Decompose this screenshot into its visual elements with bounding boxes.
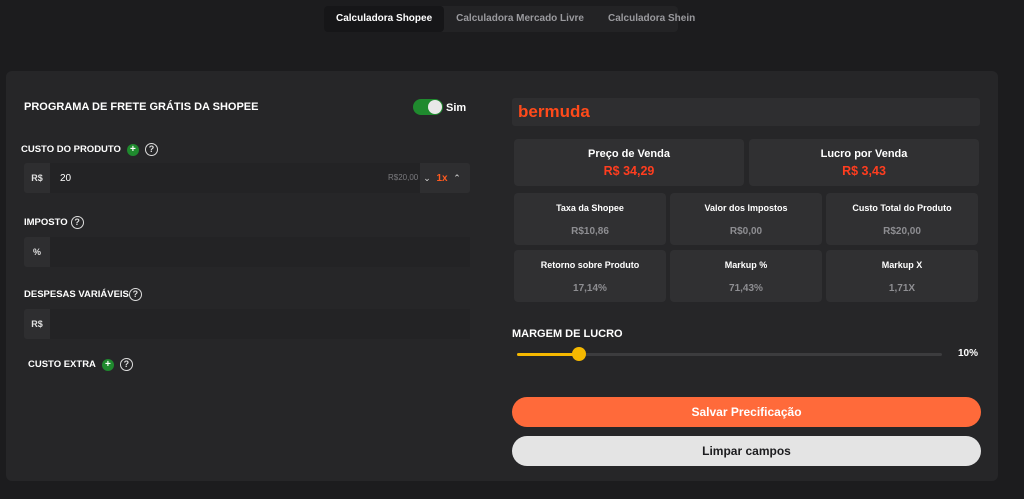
tab-shein[interactable]: Calculadora Shein bbox=[596, 6, 707, 32]
profit-margin-value: 10% bbox=[958, 348, 979, 359]
tax-label-group: IMPOSTO ? bbox=[24, 216, 84, 229]
product-cost-label: CUSTO DO PRODUTO bbox=[21, 144, 121, 155]
metric-card-shopee-fee: Taxa da Shopee R$10,86 bbox=[514, 193, 666, 245]
profit-card: Lucro por Venda R$ 3,43 bbox=[749, 139, 979, 186]
extra-cost-label: CUSTO EXTRA bbox=[28, 359, 96, 370]
variable-expenses-help-icon[interactable]: ? bbox=[128, 288, 142, 301]
metric-value: R$20,00 bbox=[883, 226, 921, 237]
variable-expenses-label: DESPESAS VARIÁVEIS bbox=[24, 289, 129, 300]
extra-cost-help-icon[interactable]: ? bbox=[119, 358, 133, 371]
metric-label: Markup % bbox=[724, 260, 768, 270]
sale-price-label: Preço de Venda bbox=[588, 148, 670, 160]
profit-value: R$ 3,43 bbox=[842, 164, 886, 178]
product-cost-input[interactable] bbox=[50, 163, 420, 193]
variable-expenses-label-group: DESPESAS VARIÁVEIS ? bbox=[24, 288, 142, 301]
free-shipping-toggle[interactable] bbox=[413, 99, 443, 115]
product-cost-row: R$ R$20,00 ⌄ 1x ⌃ bbox=[24, 163, 470, 193]
metric-label: Markup X bbox=[881, 260, 923, 270]
metric-value: R$0,00 bbox=[729, 226, 763, 237]
metric-value: R$10,86 bbox=[571, 226, 609, 237]
variable-expenses-prefix: R$ bbox=[31, 319, 43, 329]
metric-card-markup-percent: Markup % 71,43% bbox=[670, 250, 822, 302]
save-pricing-button[interactable]: Salvar Precificação bbox=[512, 397, 981, 427]
product-cost-prefix: R$ bbox=[31, 173, 43, 183]
profit-margin-title: MARGEM DE LUCRO bbox=[512, 328, 623, 340]
metric-card-markup-x: Markup X 1,71X bbox=[826, 250, 978, 302]
tab-mercado-livre[interactable]: Calculadora Mercado Livre bbox=[444, 6, 596, 32]
product-name-field[interactable]: bermuda bbox=[512, 98, 980, 126]
metric-card-total-cost: Custo Total do Produto R$20,00 bbox=[826, 193, 978, 245]
metric-value: 1,71X bbox=[888, 283, 916, 294]
add-product-cost-icon[interactable]: + bbox=[126, 143, 139, 156]
profit-margin-slider[interactable] bbox=[517, 347, 942, 361]
toggle-knob bbox=[428, 100, 442, 114]
metric-label: Retorno sobre Produto bbox=[540, 260, 640, 270]
variable-expenses-input[interactable] bbox=[50, 309, 470, 339]
tax-prefix: % bbox=[32, 247, 41, 257]
metric-value: 71,43% bbox=[729, 283, 763, 294]
add-extra-cost-icon[interactable]: + bbox=[101, 358, 114, 371]
extra-cost-label-group: CUSTO EXTRA + ? bbox=[28, 358, 133, 371]
product-cost-hint: R$20,00 bbox=[388, 173, 419, 182]
metric-label: Taxa da Shopee bbox=[556, 203, 624, 213]
metric-card-return: Retorno sobre Produto 17,14% bbox=[514, 250, 666, 302]
metric-card-taxes: Valor dos Impostos R$0,00 bbox=[670, 193, 822, 245]
sale-price-card: Preço de Venda R$ 34,29 bbox=[514, 139, 744, 186]
free-shipping-title: PROGRAMA DE FRETE GRÁTIS DA SHOPEE bbox=[24, 101, 259, 113]
calculator-panel: PROGRAMA DE FRETE GRÁTIS DA SHOPEE Sim C… bbox=[6, 71, 998, 481]
tax-input[interactable] bbox=[50, 237, 470, 267]
chevron-down-icon[interactable]: ⌄ bbox=[420, 173, 434, 184]
clear-fields-button[interactable]: Limpar campos bbox=[512, 436, 981, 466]
chevron-up-icon[interactable]: ⌃ bbox=[450, 173, 464, 184]
tab-shopee[interactable]: Calculadora Shopee bbox=[324, 6, 445, 32]
free-shipping-toggle-label: Sim bbox=[446, 102, 467, 114]
slider-fill bbox=[517, 353, 579, 356]
slider-thumb[interactable] bbox=[571, 347, 586, 361]
metric-value: 17,14% bbox=[573, 283, 607, 294]
profit-label: Lucro por Venda bbox=[820, 148, 908, 160]
calculator-tabs: Calculadora Shopee Calculadora Mercado L… bbox=[324, 6, 695, 32]
variable-expenses-row: R$ bbox=[24, 309, 470, 339]
metric-label: Custo Total do Produto bbox=[852, 203, 952, 213]
tax-row: % bbox=[24, 237, 470, 267]
product-cost-label-group: CUSTO DO PRODUTO + ? bbox=[21, 143, 158, 156]
quantity-multiplier[interactable]: 1x bbox=[434, 173, 450, 184]
sale-price-value: R$ 34,29 bbox=[603, 164, 655, 178]
metric-label: Valor dos Impostos bbox=[704, 203, 788, 213]
tax-label: IMPOSTO bbox=[24, 217, 68, 228]
tax-help-icon[interactable]: ? bbox=[70, 216, 84, 229]
product-cost-help-icon[interactable]: ? bbox=[144, 143, 158, 156]
